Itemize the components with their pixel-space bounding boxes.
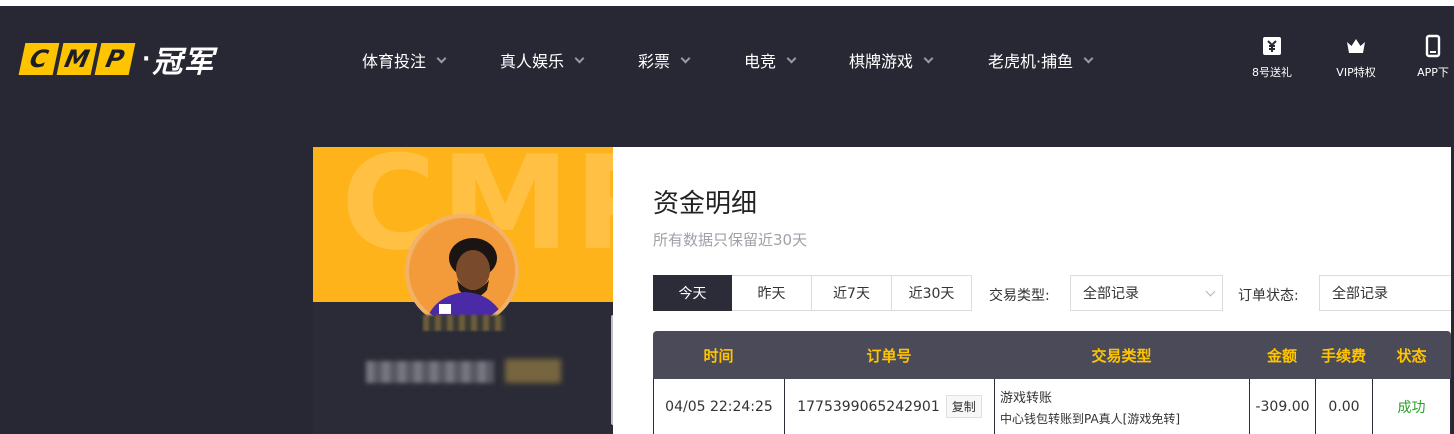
nav-label: 真人娱乐 xyxy=(500,52,565,71)
profile-card: CMP xyxy=(313,147,613,434)
transactions-table: 时间 订单号 交易类型 金额 手续费 状态 04/05 22:24:25 177… xyxy=(653,331,1451,434)
logo-letter-m: M xyxy=(56,43,98,75)
cell-fee: 0.00 xyxy=(1316,379,1373,434)
nav-card-games[interactable]: 棋牌游戏 xyxy=(849,48,988,72)
main-nav: 体育投注 真人娱乐 彩票 电竞 棋牌游戏 老虎机·捕鱼 xyxy=(362,48,1108,72)
chevron-down-icon xyxy=(1083,53,1094,63)
order-status-select[interactable]: 全部记录 xyxy=(1319,275,1451,311)
transaction-type-select[interactable]: 全部记录 xyxy=(1070,275,1223,311)
username-pixelated xyxy=(366,361,494,383)
table-header: 时间 订单号 交易类型 金额 手续费 状态 xyxy=(653,331,1451,379)
nav-sports[interactable]: 体育投注 xyxy=(362,48,500,72)
tab-yesterday[interactable]: 昨天 xyxy=(732,275,812,311)
nav-lottery[interactable]: 彩票 xyxy=(638,48,744,72)
nav-label: 彩票 xyxy=(638,52,671,71)
col-type: 交易类型 xyxy=(1091,346,1152,365)
nav-esports[interactable]: 电竞 xyxy=(744,48,849,72)
logo-letter-p: P xyxy=(94,43,136,75)
chevron-down-icon xyxy=(1205,286,1216,297)
chevron-down-icon xyxy=(923,53,934,63)
col-status: 状态 xyxy=(1396,346,1427,365)
nav-label: 电竞 xyxy=(744,52,777,71)
cell-status: 成功 xyxy=(1397,399,1426,416)
transaction-type-label: 交易类型: xyxy=(989,288,1050,304)
gift-day-label: 8号送礼 xyxy=(1252,66,1292,79)
chevron-down-icon xyxy=(786,53,797,63)
cell-type: 游戏转账 中心钱包转账到PA真人[游戏免转] xyxy=(995,379,1250,434)
order-status-label: 订单状态: xyxy=(1238,288,1299,304)
nav-label: 体育投注 xyxy=(362,52,427,71)
tab-7-days[interactable]: 近7天 xyxy=(812,275,892,311)
vip-label: VIP特权 xyxy=(1336,66,1376,79)
crown-icon xyxy=(1347,39,1365,53)
table-row[interactable]: 04/05 22:24:25 1775399065242901 复制 游戏转账 … xyxy=(653,379,1451,434)
avatar-portrait-icon xyxy=(409,218,515,324)
page-subtitle: 所有数据只保留近30天 xyxy=(653,231,808,249)
col-fee: 手续费 xyxy=(1320,346,1366,365)
header-shortcuts: 8号送礼 VIP特权 APP下 xyxy=(1230,34,1454,80)
chevron-down-icon xyxy=(680,53,691,63)
nav-live-casino[interactable]: 真人娱乐 xyxy=(500,48,638,72)
col-time: 时间 xyxy=(703,346,734,365)
order-number: 1775399065242901 xyxy=(797,398,940,415)
logo-chinese-name: 冠军 xyxy=(152,45,215,80)
col-order-no: 订单号 xyxy=(866,346,912,365)
nav-slots-fishing[interactable]: 老虎机·捕鱼 xyxy=(988,48,1108,72)
logo[interactable]: C M P · 冠军 xyxy=(18,42,214,80)
gift-ticket-icon xyxy=(1263,37,1281,55)
cell-time: 04/05 22:24:25 xyxy=(654,379,785,434)
cell-order-no: 1775399065242901 复制 xyxy=(785,379,995,434)
page-title: 资金明细 xyxy=(653,189,758,219)
copy-button[interactable]: 复制 xyxy=(945,395,982,418)
logo-letter-c: C xyxy=(18,43,60,75)
vip-link[interactable]: VIP特权 xyxy=(1314,34,1398,80)
avatar[interactable] xyxy=(405,214,519,328)
tab-30-days[interactable]: 近30天 xyxy=(892,275,972,311)
phone-icon xyxy=(1425,34,1441,58)
transaction-type-value: 全部记录 xyxy=(1083,286,1139,302)
gift-day-link[interactable]: 8号送礼 xyxy=(1230,34,1314,80)
tab-today[interactable]: 今天 xyxy=(653,275,732,311)
fund-details-panel: 资金明细 所有数据只保留近30天 今天 昨天 近7天 近30天 交易类型: 全部… xyxy=(613,147,1451,434)
vip-badge-pixelated xyxy=(505,359,561,383)
site-header: C M P · 冠军 体育投注 真人娱乐 彩票 电竞 棋牌游戏 老虎机·捕鱼 8… xyxy=(0,6,1454,112)
chevron-down-icon xyxy=(436,53,447,63)
app-download-link[interactable]: APP下 xyxy=(1398,34,1454,80)
date-range-tabs: 今天 昨天 近7天 近30天 xyxy=(653,275,972,311)
chevron-down-icon xyxy=(574,53,585,63)
type-detail: 中心钱包转账到PA真人[游戏免转] xyxy=(1000,411,1181,426)
app-download-label: APP下 xyxy=(1417,66,1449,79)
cell-amount: -309.00 xyxy=(1250,379,1316,434)
vip-frame-pixelated xyxy=(423,315,505,331)
nav-label: 棋牌游戏 xyxy=(849,52,914,71)
nav-label: 老虎机·捕鱼 xyxy=(988,52,1074,71)
logo-dot: · xyxy=(142,46,151,72)
type-title: 游戏转账 xyxy=(1000,390,1053,406)
col-amount: 金额 xyxy=(1266,346,1297,365)
order-status-value: 全部记录 xyxy=(1332,286,1388,302)
